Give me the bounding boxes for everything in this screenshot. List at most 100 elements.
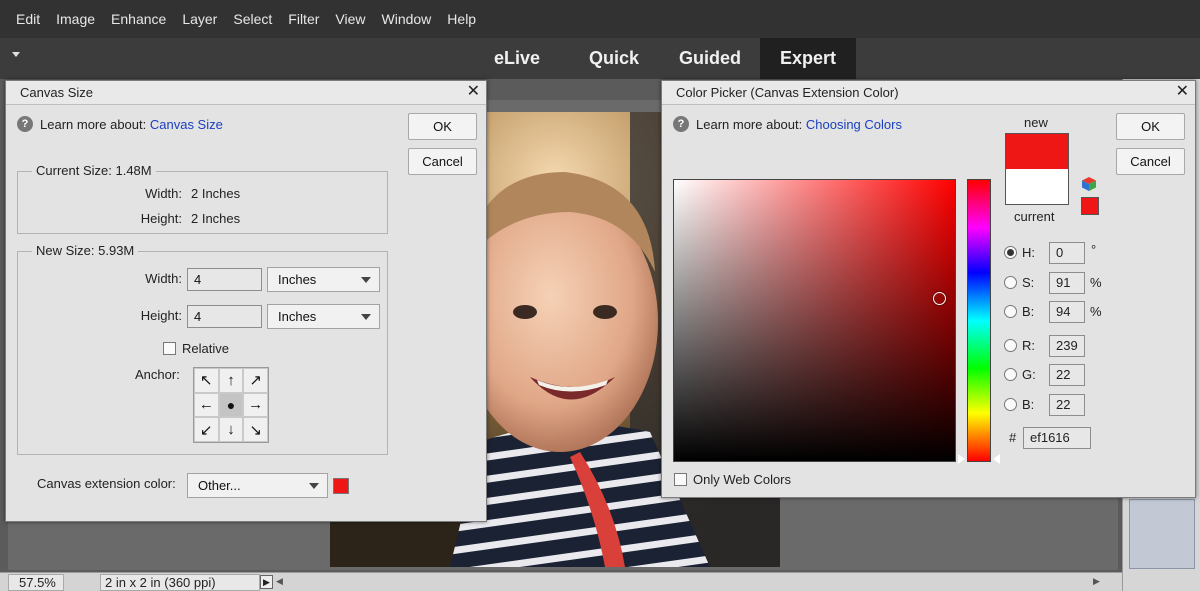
current-color-label: current xyxy=(1014,209,1055,224)
menu-edit[interactable]: Edit xyxy=(0,0,48,38)
relative-checkbox[interactable] xyxy=(163,342,176,355)
current-color-swatch[interactable] xyxy=(1005,169,1069,205)
anchor-bottom[interactable]: ↓ xyxy=(218,417,244,442)
menu-help[interactable]: Help xyxy=(439,0,484,38)
dialog-title: Color Picker (Canvas Extension Color) xyxy=(662,81,1195,105)
brightness-radio[interactable] xyxy=(1004,305,1017,318)
menu-enhance[interactable]: Enhance xyxy=(103,0,174,38)
width-unit-select[interactable]: Inches xyxy=(267,267,380,292)
hex-field[interactable]: ef1616 xyxy=(1023,427,1091,449)
learn-more-prefix: Learn more about: xyxy=(40,117,147,132)
saturation-field[interactable]: 91 xyxy=(1049,272,1085,294)
height-label: Height: xyxy=(140,308,182,323)
saturation-brightness-field[interactable] xyxy=(673,179,956,462)
anchor-right[interactable]: → xyxy=(243,392,268,418)
status-bar: 57.5% 2 in x 2 in (360 ppi) ▶ ◀ ▶ xyxy=(0,572,1122,591)
red-field[interactable]: 239 xyxy=(1049,335,1085,357)
web-colors-label[interactable]: Only Web Colors xyxy=(693,472,791,487)
web-safe-swatch[interactable] xyxy=(1081,197,1099,215)
web-colors-checkbox[interactable] xyxy=(674,473,687,486)
saturation-unit: % xyxy=(1090,275,1102,290)
blue-label: B: xyxy=(1022,397,1035,412)
anchor-top-right[interactable]: ↗ xyxy=(243,368,268,393)
saturation-radio[interactable] xyxy=(1004,276,1017,289)
extension-color-select[interactable]: Other... xyxy=(187,473,328,498)
green-label: G: xyxy=(1022,367,1036,382)
brightness-field[interactable]: 94 xyxy=(1049,301,1085,323)
relative-label[interactable]: Relative xyxy=(182,341,229,356)
hue-slider-handle-left[interactable] xyxy=(958,454,965,464)
tab-guided[interactable]: Guided xyxy=(668,38,752,79)
color-cube-icon[interactable] xyxy=(1081,176,1097,192)
anchor-left[interactable]: ← xyxy=(194,392,219,418)
anchor-grid: ↖ ↑ ↗ ← ● → ↙ ↓ ↘ xyxy=(193,367,269,443)
extension-color-swatch[interactable] xyxy=(333,478,349,494)
new-size-label: New Size: 5.93M xyxy=(32,243,139,258)
learn-more-link[interactable]: Canvas Size xyxy=(150,117,223,132)
cancel-button[interactable]: Cancel xyxy=(408,148,477,175)
saturation-label: S: xyxy=(1022,275,1035,290)
tab-expert[interactable]: Expert xyxy=(760,38,856,79)
close-icon[interactable]: ✕ xyxy=(467,83,480,101)
brightness-unit: % xyxy=(1090,304,1102,319)
help-icon: ? xyxy=(17,116,33,132)
learn-more-prefix: Learn more about: xyxy=(696,117,803,132)
red-radio[interactable] xyxy=(1004,339,1017,352)
current-size-label: Current Size: 1.48M xyxy=(32,163,156,178)
cancel-button[interactable]: Cancel xyxy=(1116,148,1185,175)
anchor-bottom-left[interactable]: ↙ xyxy=(194,417,219,442)
height-unit-value: Inches xyxy=(278,309,317,324)
anchor-bottom-right[interactable]: ↘ xyxy=(243,417,268,442)
hue-radio[interactable] xyxy=(1004,246,1017,259)
green-field[interactable]: 22 xyxy=(1049,364,1085,386)
panel-thumbnail[interactable] xyxy=(1129,499,1195,569)
scroll-left-icon[interactable]: ◀ xyxy=(276,576,283,587)
hue-unit: ° xyxy=(1091,242,1097,257)
current-width-label: Width: xyxy=(145,186,182,201)
menu-bar: Edit Image Enhance Layer Select Filter V… xyxy=(0,0,1200,38)
document-info: 2 in x 2 in (360 ppi) xyxy=(100,574,260,591)
menu-layer[interactable]: Layer xyxy=(174,0,225,38)
help-icon: ? xyxy=(673,116,689,132)
height-field[interactable]: 4 xyxy=(187,305,262,328)
green-radio[interactable] xyxy=(1004,368,1017,381)
color-picker-dialog: Color Picker (Canvas Extension Color) ✕ … xyxy=(661,80,1196,498)
tab-elive[interactable]: eLive xyxy=(478,38,556,79)
width-field[interactable]: 4 xyxy=(187,268,262,291)
close-icon[interactable]: ✕ xyxy=(1176,83,1189,101)
hue-field[interactable]: 0 xyxy=(1049,242,1085,264)
ok-button[interactable]: OK xyxy=(1116,113,1185,140)
anchor-label: Anchor: xyxy=(135,367,180,382)
color-marker[interactable] xyxy=(933,292,946,305)
hue-slider-handle-right[interactable] xyxy=(993,454,1000,464)
anchor-top[interactable]: ↑ xyxy=(218,368,244,393)
ok-button[interactable]: OK xyxy=(408,113,477,140)
scroll-right-icon[interactable]: ▶ xyxy=(1093,576,1100,587)
zoom-field[interactable]: 57.5% xyxy=(8,574,64,591)
chevron-down-icon xyxy=(361,314,371,320)
extension-color-value: Other... xyxy=(198,478,241,493)
menu-filter[interactable]: Filter xyxy=(280,0,327,38)
anchor-center[interactable]: ● xyxy=(218,392,244,418)
new-color-label: new xyxy=(1024,115,1048,130)
menu-view[interactable]: View xyxy=(327,0,373,38)
menu-window[interactable]: Window xyxy=(374,0,440,38)
height-unit-select[interactable]: Inches xyxy=(267,304,380,329)
anchor-top-left[interactable]: ↖ xyxy=(194,368,219,393)
current-width-value: 2 Inches xyxy=(191,186,241,201)
dialog-title: Canvas Size xyxy=(6,81,486,105)
red-label: R: xyxy=(1022,338,1035,353)
chevron-down-icon[interactable] xyxy=(12,52,20,57)
brightness-label: B: xyxy=(1022,304,1035,319)
current-height-value: 2 Inches xyxy=(191,211,241,226)
tab-quick[interactable]: Quick xyxy=(576,38,652,79)
blue-field[interactable]: 22 xyxy=(1049,394,1085,416)
menu-image[interactable]: Image xyxy=(48,0,103,38)
blue-radio[interactable] xyxy=(1004,398,1017,411)
hue-slider[interactable] xyxy=(967,179,991,462)
extension-color-label: Canvas extension color: xyxy=(37,476,176,491)
new-color-swatch xyxy=(1005,133,1069,169)
status-menu-arrow-icon[interactable]: ▶ xyxy=(260,575,273,589)
menu-select[interactable]: Select xyxy=(225,0,280,38)
learn-more-link[interactable]: Choosing Colors xyxy=(806,117,902,132)
